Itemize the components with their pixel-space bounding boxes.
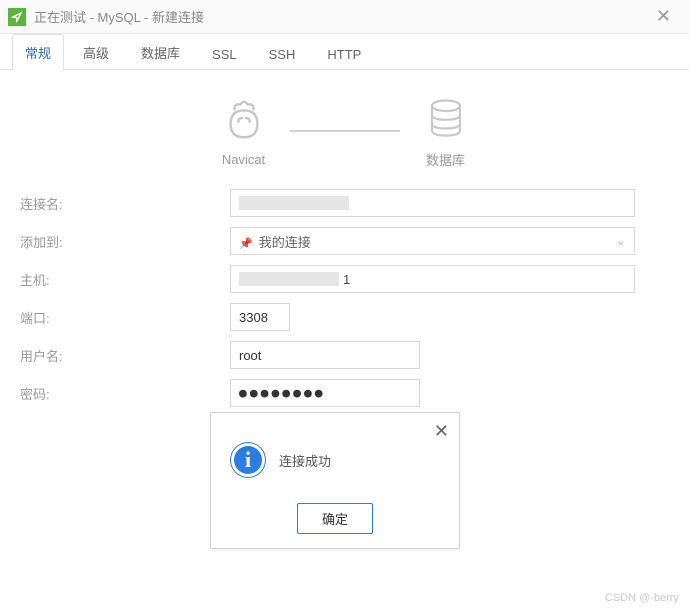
diagram-navicat: Navicat — [218, 94, 270, 167]
tab-advanced[interactable]: 高级 — [70, 34, 122, 70]
ok-button[interactable]: 确定 — [297, 503, 373, 534]
message-close-button[interactable]: ✕ — [434, 421, 449, 442]
tab-bar: 常规 高级 数据库 SSL SSH HTTP — [0, 34, 689, 70]
label-connection-name: 连接名: — [20, 194, 230, 213]
diagram-navicat-label: Navicat — [222, 152, 265, 167]
form: 连接名: 添加到: 📌 我的连接 ⌄ 主机: 1 端口: 用户名: 密码: ●●●… — [0, 179, 689, 446]
host-suffix: 1 — [343, 272, 350, 287]
app-icon — [8, 8, 26, 26]
tab-database[interactable]: 数据库 — [128, 34, 193, 70]
navicat-icon — [218, 94, 270, 146]
tab-http[interactable]: HTTP — [314, 38, 374, 70]
connection-name-input[interactable] — [230, 189, 635, 217]
port-input[interactable] — [230, 303, 290, 331]
watermark: CSDN @-berry — [605, 592, 679, 604]
message-box: ✕ i 连接成功 确定 — [210, 412, 460, 549]
label-port: 端口: — [20, 308, 230, 327]
database-icon — [420, 92, 472, 144]
label-username: 用户名: — [20, 346, 230, 365]
window-title: 正在测试 - MySQL - 新建连接 — [34, 7, 204, 26]
password-input[interactable]: ●●●●●●●● — [230, 379, 420, 407]
tab-ssl[interactable]: SSL — [199, 38, 250, 70]
window-close-button[interactable]: ✕ — [646, 2, 681, 31]
label-add-to: 添加到: — [20, 232, 230, 251]
connection-diagram: Navicat 数据库 — [0, 70, 689, 179]
diagram-database: 数据库 — [420, 92, 472, 169]
info-icon: i — [231, 443, 265, 477]
tab-ssh[interactable]: SSH — [256, 38, 309, 70]
label-host: 主机: — [20, 270, 230, 289]
title-bar: 正在测试 - MySQL - 新建连接 ✕ — [0, 0, 689, 34]
add-to-value: 我的连接 — [259, 235, 311, 250]
message-text: 连接成功 — [279, 451, 331, 470]
diagram-connector-line — [290, 130, 400, 132]
username-input[interactable] — [230, 341, 420, 369]
chevron-down-icon: ⌄ — [615, 233, 626, 249]
host-input[interactable]: 1 — [230, 265, 635, 293]
diagram-database-label: 数据库 — [426, 150, 465, 169]
add-to-select[interactable]: 📌 我的连接 ⌄ — [230, 227, 635, 255]
tab-general[interactable]: 常规 — [12, 34, 64, 70]
label-password: 密码: — [20, 384, 230, 403]
pin-icon: 📌 — [239, 238, 253, 250]
